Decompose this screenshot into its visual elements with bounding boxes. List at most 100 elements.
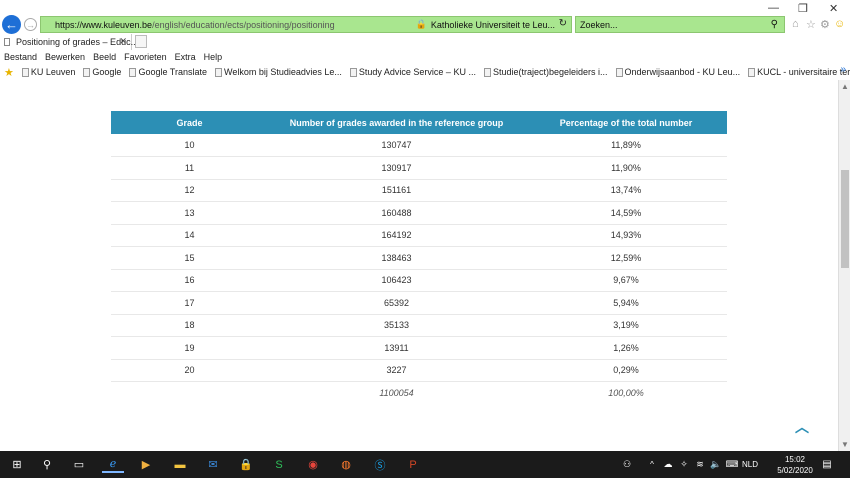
forward-arrow-icon[interactable]: → [24,18,37,31]
scroll-to-top-chevron-up-icon[interactable]: ︿ [795,417,809,437]
address-bar[interactable]: https://www.kuleuven.be/english/educatio… [40,16,572,33]
favorite-link[interactable]: Google Translate [129,67,207,77]
table-row: 18 35133 3,19% [111,314,727,337]
windows-start-icon[interactable]: ⊞ [8,456,26,473]
powerpoint-icon[interactable]: P [403,456,423,473]
count-cell: 35133 [268,314,525,337]
favorites-bar: ★ KU Leuven Google Google Translate Welk… [0,64,850,80]
outlook-icon[interactable]: ✉ [203,456,223,473]
cloud-icon[interactable]: ☁ [662,456,674,473]
people-icon[interactable]: ⚇ [620,456,634,473]
grade-cell: 17 [111,291,268,315]
google-icon [83,67,91,77]
restore-icon[interactable]: ❐ [798,2,808,15]
google-translate-icon [129,67,137,77]
page-icon [615,67,623,77]
scroll-down-arrow-icon[interactable]: ▼ [841,440,849,449]
menu-item-help[interactable]: Help [204,52,223,62]
percentage-cell: 11,90% [525,156,727,180]
page-icon [349,67,357,77]
firefox-icon[interactable]: ◍ [336,456,356,473]
skype-icon[interactable]: Ⓢ [370,456,390,473]
count-cell: 130917 [268,156,525,180]
home-icon[interactable]: ⌂ [792,18,799,30]
page-icon [21,67,29,77]
count-cell: 160488 [268,201,525,225]
green-s-app-icon[interactable]: S [269,456,289,473]
count-cell: 164192 [268,224,525,247]
task-view-icon[interactable]: ▭ [70,456,88,473]
scrollbar-thumb[interactable] [841,170,849,268]
clock-time: 15:02 [784,455,806,464]
chrome-icon[interactable]: ◉ [303,456,323,473]
menu-item-beeld[interactable]: Beeld [93,52,116,62]
count-cell: 138463 [268,246,525,270]
clock[interactable]: 15:02 5/02/2020 [775,454,815,476]
back-arrow-icon[interactable]: ← [2,15,21,34]
menu-item-favorieten[interactable]: Favorieten [124,52,167,62]
speaker-icon[interactable]: 🔈 [710,456,722,473]
favorite-link[interactable]: Google [83,67,121,77]
dropbox-icon[interactable]: ✧ [678,456,690,473]
search-input[interactable]: Zoeken... ⚲ [575,16,785,33]
settings-gear-icon[interactable]: ⚙ [820,18,830,31]
smiley-feedback-icon[interactable]: ☺ [834,18,845,30]
tab-active[interactable]: Positioning of grades – Educ... ✕ [0,34,138,50]
tab-close-icon[interactable]: ✕ [119,36,127,47]
favorite-link[interactable]: Welkom bij Studieadvies Le... [214,67,342,77]
percentage-cell: 11,89% [525,134,727,157]
total-percentage-cell: 100,00% [608,388,644,398]
total-count-cell: 1100054 [379,388,414,398]
favorite-link[interactable]: Onderwijsaanbod - KU Leu... [615,67,740,77]
vertical-scrollbar[interactable]: ▲ ▼ [838,80,850,451]
windows-taskbar: ⊞ ⚲ ▭ ℯ ▶ ▬ ✉ 🔒 S ◉ ◍ Ⓢ P ⚇ ^ ☁ ✧ ≋ 🔈 ⌨ … [0,451,850,478]
refresh-icon[interactable]: ↻ [559,18,567,29]
page-icon [483,67,491,77]
total-label-cell [111,382,268,405]
grade-cell: 11 [111,156,268,180]
menu-item-extra[interactable]: Extra [175,52,196,62]
favorite-link[interactable]: KU Leuven [21,67,75,77]
language-indicator[interactable]: NLD [742,460,758,469]
percentage-cell: 12,59% [525,246,727,270]
media-player-icon[interactable]: ▶ [136,456,156,473]
grade-cell: 13 [111,201,268,225]
file-explorer-icon[interactable]: ▬ [170,456,190,473]
favorite-link[interactable]: Study Advice Service – KU ... [349,67,476,77]
favorite-link[interactable]: KUCL - universitaire termin... [748,67,850,77]
table-row: 16 106423 9,67% [111,269,727,292]
favorites-star-icon[interactable]: ☆ [806,18,816,31]
clock-date: 5/02/2020 [777,466,813,475]
grade-cell: 20 [111,359,268,382]
count-cell: 130747 [268,134,525,157]
percentage-cell: 14,59% [525,201,727,225]
menu-item-bewerken[interactable]: Bewerken [45,52,85,62]
ime-icon[interactable]: ⌨ [726,456,739,473]
search-icon[interactable]: ⚲ [38,456,56,473]
menu-item-bestand[interactable]: Bestand [4,52,37,62]
percentage-cell: 13,74% [525,179,727,202]
close-icon[interactable]: ✕ [829,2,838,15]
table-row: 14 164192 14,93% [111,224,727,247]
percentage-cell: 3,19% [525,314,727,337]
search-icon[interactable]: ⚲ [771,19,778,30]
chevron-up-icon[interactable]: ^ [646,456,658,473]
favorite-link[interactable]: Studie(traject)begeleiders i... [483,67,608,77]
percentage-cell: 1,26% [525,336,727,360]
wifi-icon[interactable]: ≋ [694,456,706,473]
chevron-right-icon[interactable]: » [840,64,846,75]
table-row: 19 13911 1,26% [111,336,727,360]
grade-cell: 10 [111,134,268,157]
scroll-up-arrow-icon[interactable]: ▲ [841,82,849,91]
minimize-icon[interactable]: — [768,2,779,14]
new-tab-button[interactable] [135,35,147,48]
lock-icon: 🔒 [415,19,427,29]
favorites-star-icon[interactable]: ★ [4,66,14,79]
page-icon [214,67,222,77]
internet-explorer-icon[interactable]: ℯ [102,456,124,473]
grade-cell: 12 [111,179,268,202]
lock-app-icon[interactable]: 🔒 [236,456,256,473]
count-cell: 151161 [268,179,525,202]
page-icon [4,38,10,46]
notifications-icon[interactable]: ▤ [820,456,834,473]
